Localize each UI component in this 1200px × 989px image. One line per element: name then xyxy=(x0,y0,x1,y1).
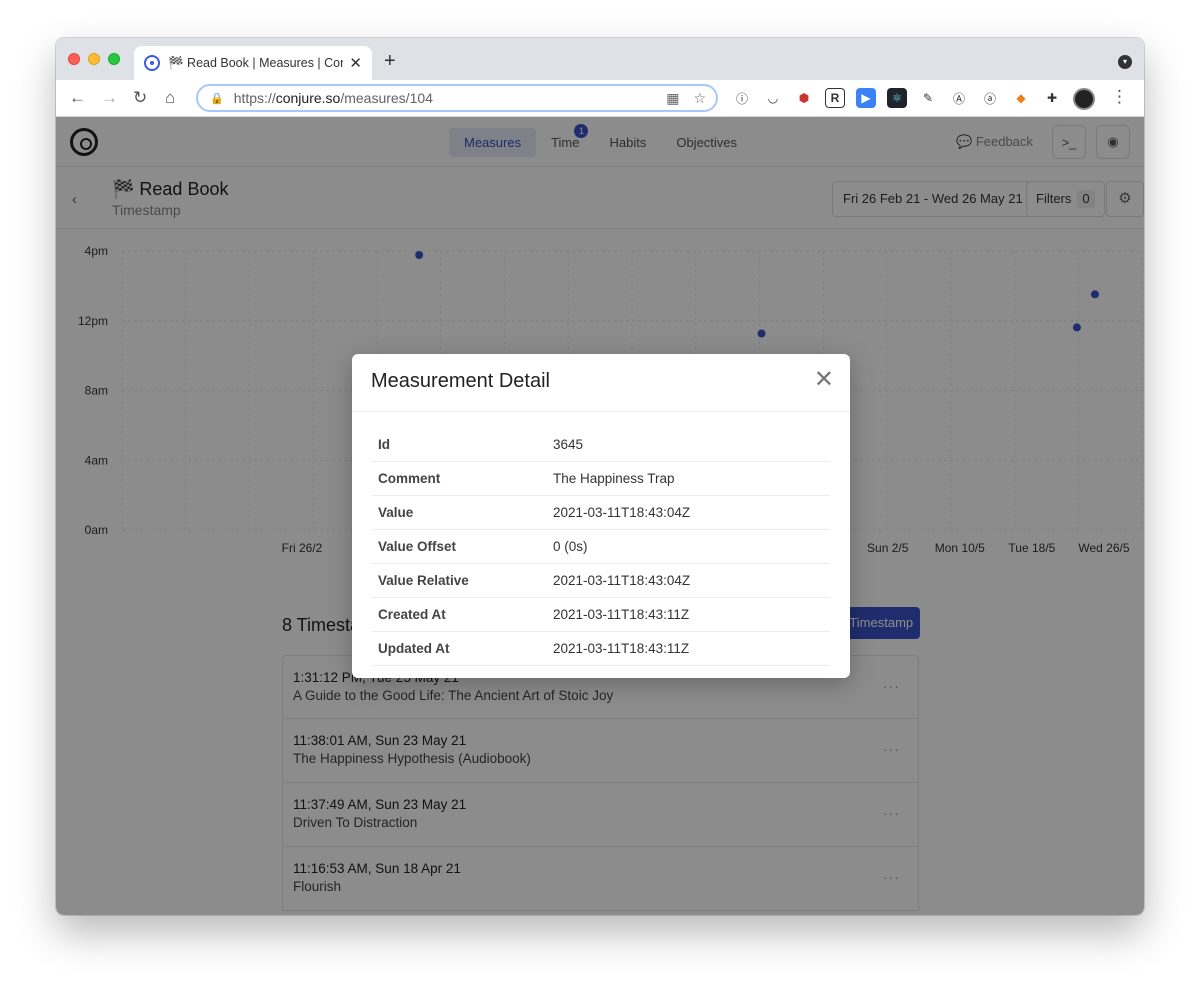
modal-title: Measurement Detail xyxy=(371,370,550,392)
new-tab-button[interactable]: + xyxy=(384,50,396,73)
measurement-detail-modal: Measurement Detail ✕ Id 3645 Comment The… xyxy=(352,354,850,678)
url-path: /measures/104 xyxy=(340,90,433,106)
zoom-extension-icon[interactable]: ▶ xyxy=(856,88,876,108)
detail-value: 3645 xyxy=(553,437,584,452)
detail-key: Comment xyxy=(378,471,441,486)
lock-icon: 🔒 xyxy=(210,92,224,105)
pocket-extension-icon[interactable]: ◡ xyxy=(763,88,783,108)
close-window-button[interactable] xyxy=(68,53,80,65)
close-icon[interactable]: ✕ xyxy=(814,368,834,392)
browser-menu-icon[interactable]: ⋮ xyxy=(1111,87,1128,107)
react-devtools-extension-icon[interactable]: ⚛ xyxy=(887,88,907,108)
url-scheme: https:// xyxy=(233,90,276,106)
detail-value: The Happiness Trap xyxy=(553,471,675,486)
extensions-row: ⓘ ◡ ⬢ R ▶ ⚛ ✎ Ⓐ ⓐ ◆ ✚ xyxy=(732,88,1095,110)
notes-extension-icon[interactable]: ✎ xyxy=(918,88,938,108)
detail-table: Id 3645 Comment The Happiness Trap Value… xyxy=(372,428,830,666)
detail-value: 2021-03-11T18:43:04Z xyxy=(553,505,691,520)
amazon-extension-icon[interactable]: ⓐ xyxy=(980,88,1000,108)
detail-key: Created At xyxy=(378,607,446,622)
home-icon[interactable]: ⌂ xyxy=(165,88,175,108)
minimize-window-button[interactable] xyxy=(88,53,100,65)
browser-toolbar: ← → ↻ ⌂ 🔒 https://conjure.so/measures/10… xyxy=(56,80,1144,117)
detail-row-value: Value 2021-03-11T18:43:04Z xyxy=(372,496,830,530)
metamask-extension-icon[interactable]: ◆ xyxy=(1011,88,1031,108)
detail-row-comment: Comment The Happiness Trap xyxy=(372,462,830,496)
detail-key: Value xyxy=(378,505,414,520)
qr-code-icon[interactable]: ▦ xyxy=(666,90,679,107)
address-bar[interactable]: 🔒 https://conjure.so/measures/104 ▦ ☆ xyxy=(196,84,718,112)
detail-key: Value Relative xyxy=(378,573,469,588)
readwise-extension-icon[interactable]: R xyxy=(825,88,845,108)
detail-row-value-relative: Value Relative 2021-03-11T18:43:04Z xyxy=(372,564,830,598)
detail-key: Updated At xyxy=(378,641,450,656)
detail-value: 2021-03-11T18:43:11Z xyxy=(553,641,690,656)
detail-value: 0 (0s) xyxy=(553,539,588,554)
close-tab-icon[interactable]: ✕ xyxy=(349,54,362,72)
conjure-favicon-icon xyxy=(144,55,160,71)
detail-row-updated-at: Updated At 2021-03-11T18:43:11Z xyxy=(372,632,830,666)
tab-search-icon[interactable]: ▾ xyxy=(1118,55,1132,69)
grammar-extension-icon[interactable]: Ⓐ xyxy=(949,88,969,108)
detail-value: 2021-03-11T18:43:11Z xyxy=(553,607,690,622)
profile-avatar[interactable] xyxy=(1073,88,1095,110)
back-icon[interactable]: ← xyxy=(69,88,86,108)
onepassword-extension-icon[interactable]: ⓘ xyxy=(732,88,752,108)
detail-row-id: Id 3645 xyxy=(372,428,830,462)
detail-row-created-at: Created At 2021-03-11T18:43:11Z xyxy=(372,598,830,632)
zoom-window-button[interactable] xyxy=(108,53,120,65)
tab-bar: 🏁 Read Book | Measures | Conjure ✕ + ▾ xyxy=(56,38,1144,80)
extensions-puzzle-icon[interactable]: ✚ xyxy=(1042,88,1062,108)
tab-title: 🏁 Read Book | Measures | Conjure xyxy=(168,55,343,70)
bookmark-star-icon[interactable]: ☆ xyxy=(693,90,706,107)
url-host: conjure.so xyxy=(275,90,341,106)
detail-key: Id xyxy=(378,437,390,452)
app-content: Measures Time 1 Habits Objectives 💬 Feed… xyxy=(56,117,1144,915)
modal-header: Measurement Detail ✕ xyxy=(352,354,850,412)
ublock-extension-icon[interactable]: ⬢ xyxy=(794,88,814,108)
detail-row-value-offset: Value Offset 0 (0s) xyxy=(372,530,830,564)
browser-window: 🏁 Read Book | Measures | Conjure ✕ + ▾ ←… xyxy=(56,38,1144,915)
reload-icon[interactable]: ↻ xyxy=(133,88,147,108)
detail-key: Value Offset xyxy=(378,539,457,554)
browser-tab[interactable]: 🏁 Read Book | Measures | Conjure ✕ xyxy=(134,46,372,80)
forward-icon[interactable]: → xyxy=(101,88,118,108)
detail-value: 2021-03-11T18:43:04Z xyxy=(553,573,691,588)
